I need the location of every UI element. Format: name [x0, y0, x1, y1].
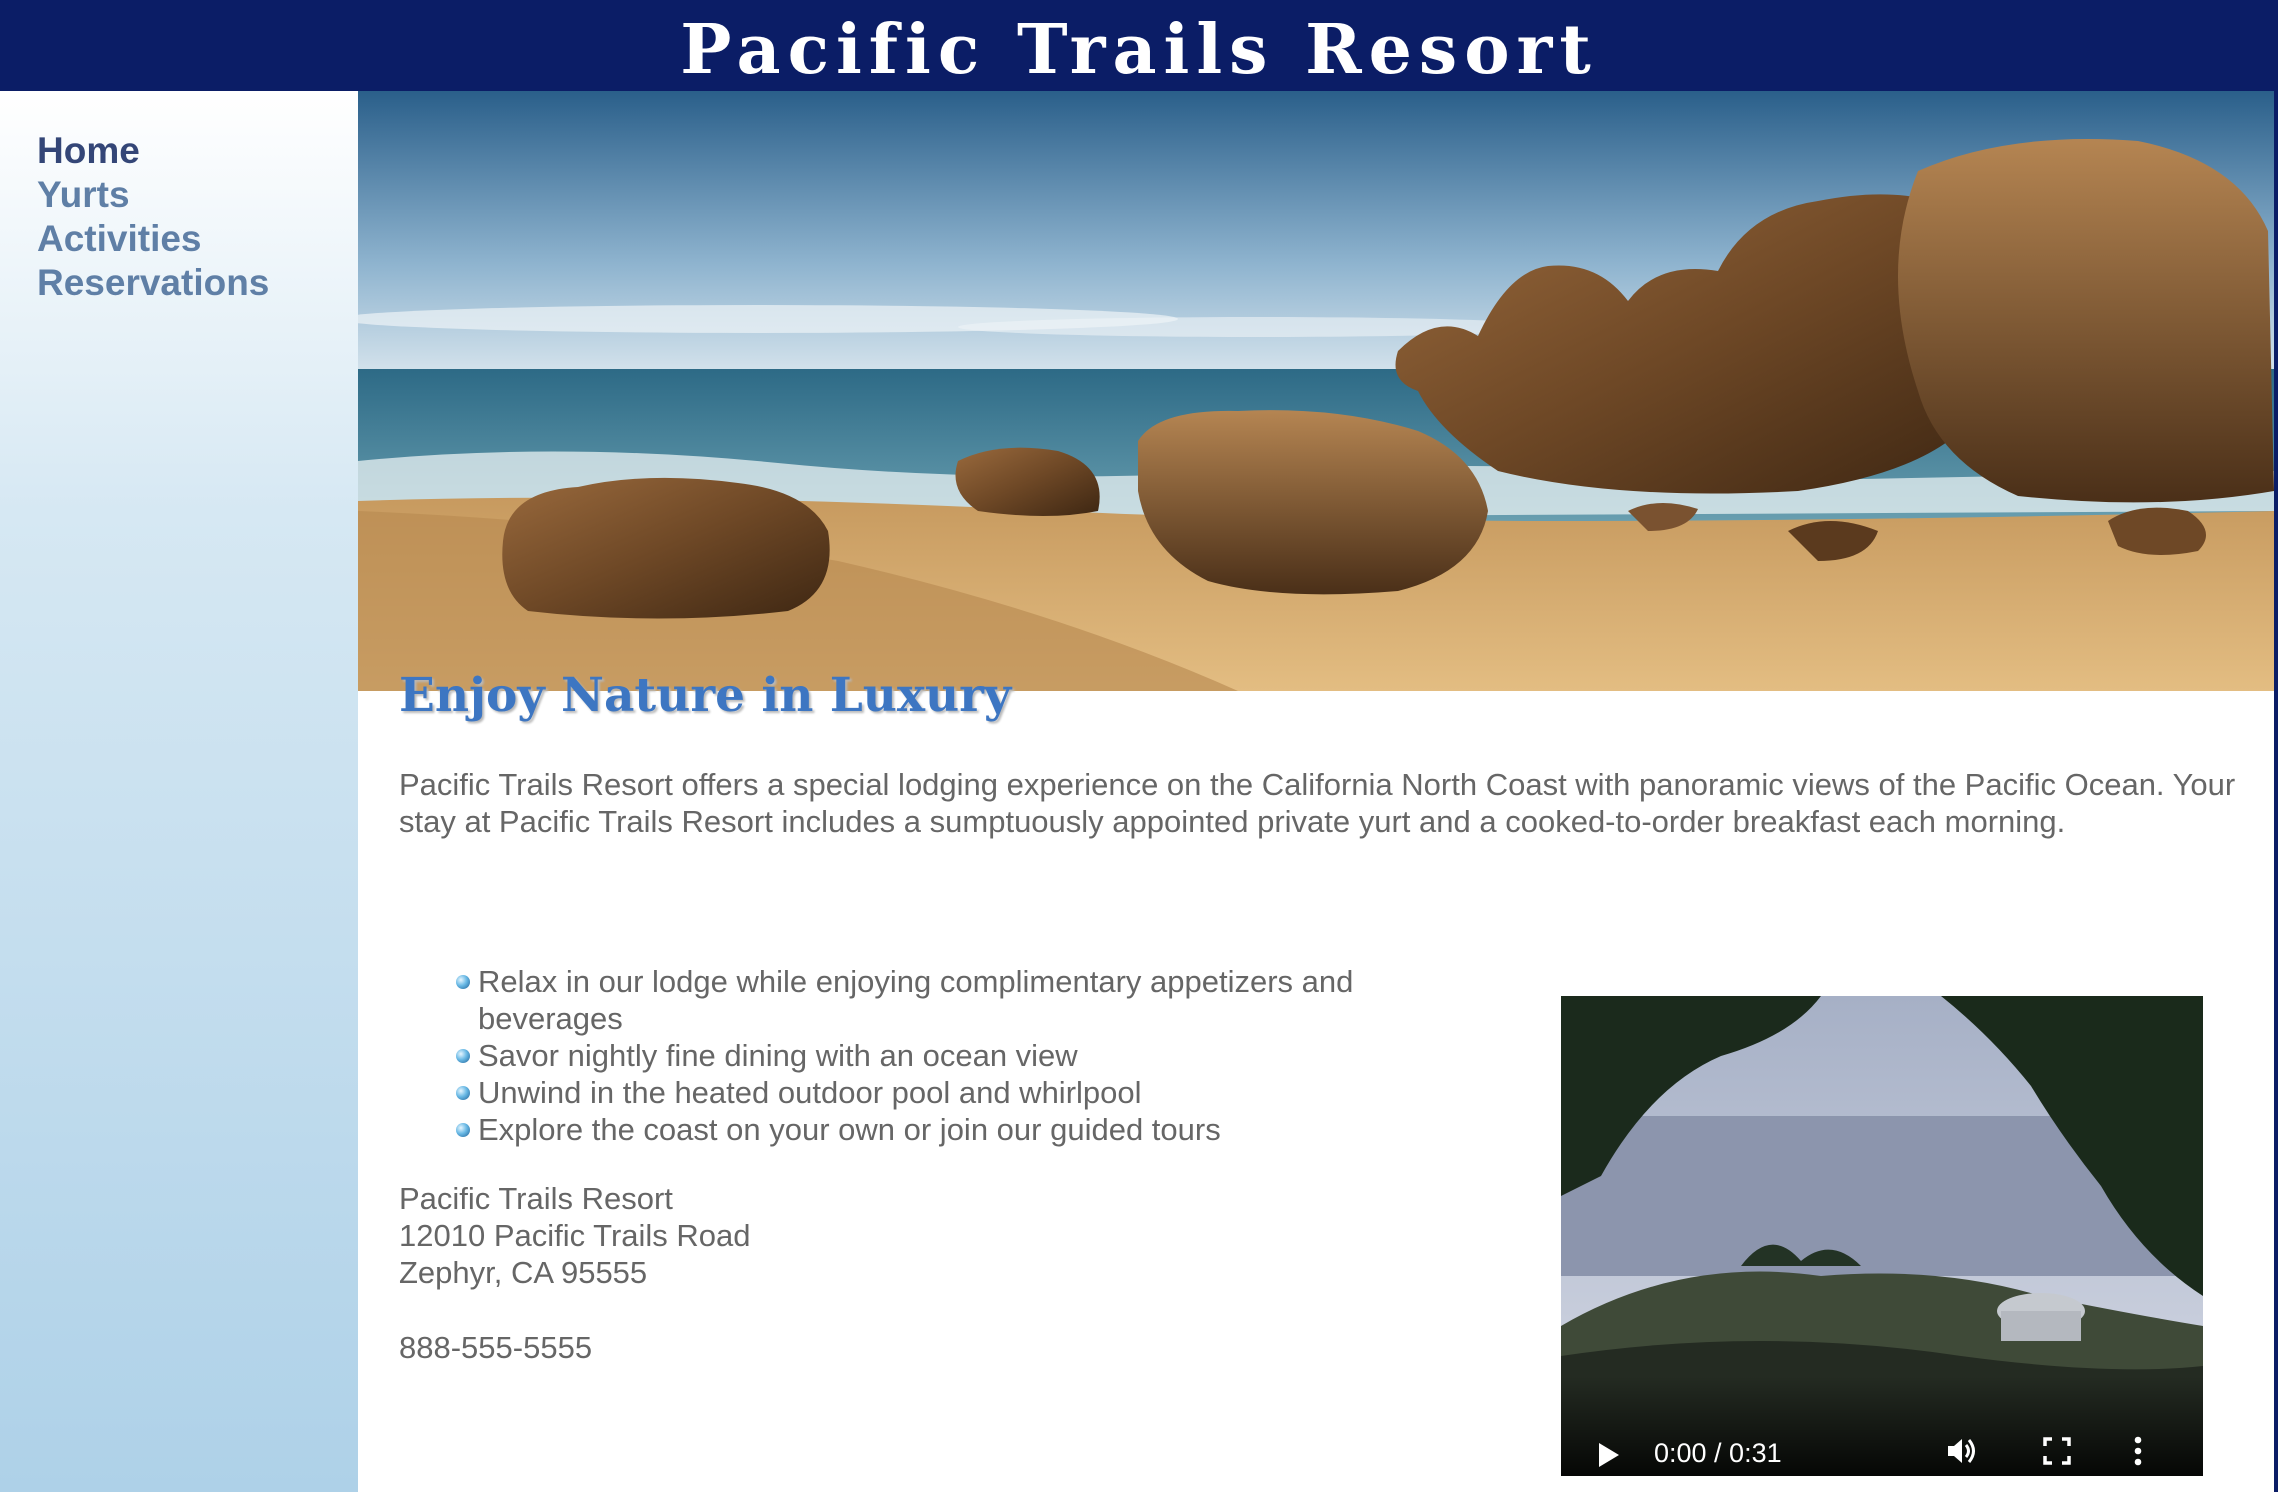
nav-link-reservations[interactable]: Reservations — [37, 261, 358, 305]
address-city: Zephyr, CA 95555 — [399, 1255, 648, 1290]
list-item: Relax in our lodge while enjoying compli… — [456, 963, 1376, 1037]
fullscreen-icon[interactable] — [2042, 1436, 2072, 1466]
beach-hero-image — [358, 91, 2274, 691]
list-item: Savor nightly fine dining with an ocean … — [456, 1037, 1376, 1074]
nav-link-activities[interactable]: Activities — [37, 217, 358, 261]
nav-item-yurts: Yurts — [37, 173, 358, 217]
nav-item-activities: Activities — [37, 217, 358, 261]
nav-link-home[interactable]: Home — [37, 129, 358, 173]
more-options-icon[interactable] — [2131, 1436, 2145, 1466]
bullet-icon — [456, 1049, 470, 1063]
sidebar-nav: Home Yurts Activities Reservations — [0, 91, 358, 1492]
list-item: Explore the coast on your own or join ou… — [456, 1111, 1376, 1148]
site-title: Pacific Trails Resort — [680, 10, 1598, 90]
video-controls: 0:00 / 0:31 — [1561, 996, 2203, 1476]
phone-number: 888-555-5555 — [399, 1330, 593, 1365]
intro-paragraph: Pacific Trails Resort offers a special l… — [399, 767, 2236, 839]
main-content: Enjoy Nature in Luxury Pacific Trails Re… — [358, 91, 2274, 1492]
volume-icon[interactable] — [1944, 1434, 1978, 1468]
page-right-border — [2274, 91, 2278, 1492]
address-name: Pacific Trails Resort — [399, 1181, 673, 1216]
nav-item-home: Home — [37, 129, 358, 173]
address-block: Pacific Trails Resort 12010 Pacific Trai… — [399, 1180, 1099, 1291]
nav-item-reservations: Reservations — [37, 261, 358, 305]
nav-list: Home Yurts Activities Reservations — [0, 91, 358, 305]
video-time: 0:00 / 0:31 — [1654, 1438, 1782, 1468]
site-header: Pacific Trails Resort — [0, 0, 2278, 91]
bullet-icon — [456, 975, 470, 989]
features-list: Relax in our lodge while enjoying compli… — [456, 963, 1376, 1148]
list-item: Unwind in the heated outdoor pool and wh… — [456, 1074, 1376, 1111]
page-headline: Enjoy Nature in Luxury — [399, 668, 1012, 723]
video-player[interactable]: 0:00 / 0:31 — [1561, 996, 2203, 1476]
nav-link-yurts[interactable]: Yurts — [37, 173, 358, 217]
address-street: 12010 Pacific Trails Road — [399, 1218, 751, 1253]
play-icon[interactable] — [1599, 1443, 1619, 1467]
bullet-icon — [456, 1086, 470, 1100]
bullet-icon — [456, 1123, 470, 1137]
